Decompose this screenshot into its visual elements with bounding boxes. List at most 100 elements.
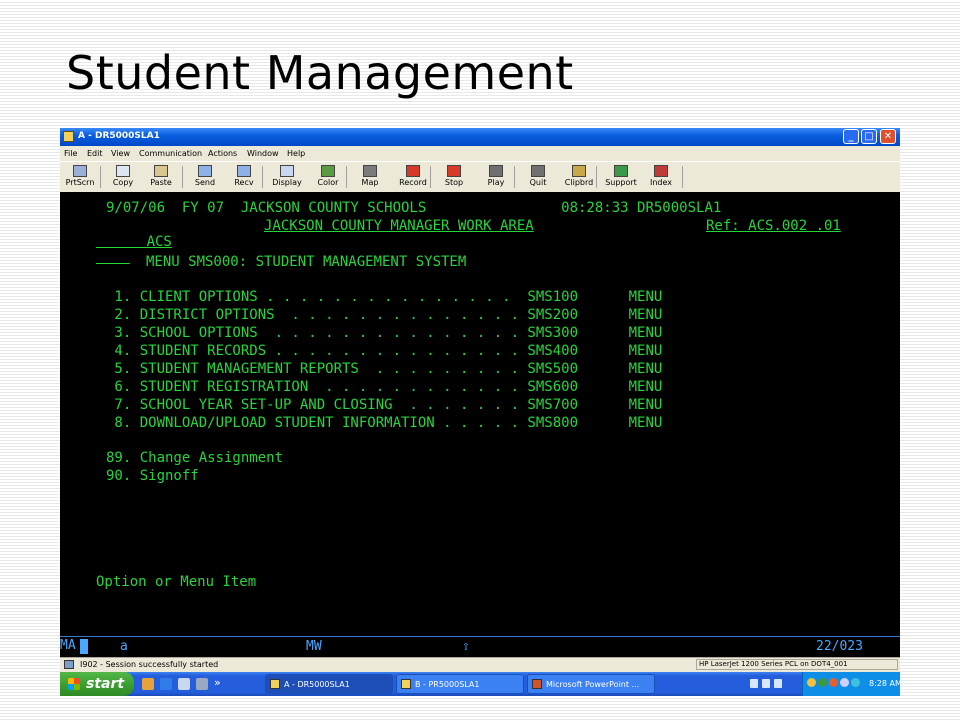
- toolbar-button-label: PrtScrn: [65, 178, 95, 187]
- toolbar-button-label: Record: [399, 178, 427, 187]
- prtscrn-button[interactable]: PrtScrn: [62, 164, 98, 190]
- task-powerpoint[interactable]: Microsoft PowerPoint ...: [527, 674, 655, 694]
- close-button[interactable]: ✕: [880, 129, 896, 144]
- system-tray: 8:28 AM: [802, 672, 900, 696]
- tray-icon[interactable]: [851, 678, 860, 687]
- status-bar: I902 - Session successfully started HP L…: [60, 657, 900, 672]
- printer-icon: [73, 165, 87, 177]
- minimize-button[interactable]: _: [843, 129, 859, 144]
- oia-ma-indicator: MA: [60, 638, 76, 653]
- menu-bar: File Edit View Communication Actions Win…: [60, 146, 900, 160]
- send-button[interactable]: Send: [188, 164, 222, 190]
- toolbar-button-label: Send: [194, 178, 216, 187]
- option-prompt-label: Option or Menu Item: [96, 574, 257, 590]
- quicklaunch-chevron-icon[interactable]: »: [214, 676, 221, 689]
- taskbar-tool-icon[interactable]: [762, 679, 770, 688]
- toolbar-button-label: Recv: [234, 178, 254, 187]
- menu-file[interactable]: File: [64, 149, 77, 158]
- emulator-window: A - DR5000SLA1 _ □ ✕ File Edit View Comm…: [60, 128, 900, 696]
- reference-code: Ref: ACS.002 .01: [706, 218, 841, 234]
- record-button[interactable]: Record: [394, 164, 432, 190]
- display-button[interactable]: Display: [268, 164, 306, 190]
- menu-option-90[interactable]: 90. Signoff: [106, 468, 199, 484]
- quicklaunch-app-icon[interactable]: [178, 678, 190, 690]
- menu-view[interactable]: View: [111, 149, 130, 158]
- taskbar: start » A - DR5000SLA1 B - PR5000SLA1 Mi…: [60, 672, 900, 696]
- session-b-icon: [401, 679, 411, 689]
- menu-option-89[interactable]: 89. Change Assignment: [106, 450, 283, 466]
- menu-option-5[interactable]: 5. STUDENT MANAGEMENT REPORTS . . . . . …: [106, 361, 662, 377]
- toolbar-button-label: Stop: [444, 178, 464, 187]
- toolbar-button-label: Map: [361, 178, 379, 187]
- menu-option-3[interactable]: 3. SCHOOL OPTIONS . . . . . . . . . . . …: [106, 325, 662, 341]
- menu-edit[interactable]: Edit: [87, 149, 103, 158]
- task-label: Microsoft PowerPoint ...: [546, 680, 640, 689]
- powerpoint-icon: [532, 679, 542, 689]
- clock[interactable]: 8:28 AM: [869, 679, 900, 688]
- color-icon: [321, 165, 335, 177]
- terminal-screen[interactable]: 9/07/06 FY 07 JACKSON COUNTY SCHOOLS 08:…: [60, 192, 900, 636]
- copy-button[interactable]: Copy: [106, 164, 140, 190]
- start-label: start: [86, 676, 125, 692]
- color-button[interactable]: Color: [310, 164, 346, 190]
- taskbar-tool-icon[interactable]: [750, 679, 758, 688]
- task-session-b[interactable]: B - PR5000SLA1: [396, 674, 524, 694]
- toolbar-separator: [100, 166, 101, 188]
- printer-status: HP LaserJet 1200 Series PCL on DOT4_001: [696, 659, 898, 670]
- menu-window[interactable]: Window: [247, 149, 279, 158]
- paste-button[interactable]: Paste: [144, 164, 178, 190]
- toolbar-button-label: Display: [272, 178, 302, 187]
- record-icon: [406, 165, 420, 177]
- toolbar-separator: [430, 166, 431, 188]
- taskbar-tool-icon[interactable]: [774, 679, 782, 688]
- tray-icon[interactable]: [840, 678, 849, 687]
- clipbrd-button[interactable]: Clipbrd: [560, 164, 598, 190]
- tray-icon[interactable]: [818, 678, 827, 687]
- quicklaunch-desktop-icon[interactable]: [196, 678, 208, 690]
- quicklaunch-explorer-icon[interactable]: [142, 678, 154, 690]
- oia-mw-indicator: MW: [306, 639, 322, 654]
- start-button[interactable]: start: [60, 672, 134, 696]
- support-button[interactable]: Support: [602, 164, 640, 190]
- session-a-icon: [270, 679, 280, 689]
- maximize-button[interactable]: □: [861, 129, 877, 144]
- taskbar-toolbar: [750, 679, 790, 689]
- menu-communication[interactable]: Communication: [139, 149, 202, 158]
- task-label: A - DR5000SLA1: [284, 680, 350, 689]
- play-button[interactable]: Play: [478, 164, 514, 190]
- system-code: ACS: [146, 234, 172, 250]
- title-bar[interactable]: A - DR5000SLA1 _ □ ✕: [60, 128, 900, 146]
- index-icon: [654, 165, 668, 177]
- menu-title: MENU SMS000: STUDENT MANAGEMENT SYSTEM: [146, 254, 467, 270]
- toolbar-separator: [596, 166, 597, 188]
- map-button[interactable]: Map: [352, 164, 388, 190]
- menu-option-2[interactable]: 2. DISTRICT OPTIONS . . . . . . . . . . …: [106, 307, 662, 323]
- toolbar-button-label: Quit: [529, 178, 547, 187]
- menu-actions[interactable]: Actions: [208, 149, 237, 158]
- work-area-title: JACKSON COUNTY MANAGER WORK AREA: [264, 218, 534, 234]
- toolbar-button-label: Copy: [112, 178, 134, 187]
- menu-option-4[interactable]: 4. STUDENT RECORDS . . . . . . . . . . .…: [106, 343, 662, 359]
- task-session-a[interactable]: A - DR5000SLA1: [265, 674, 393, 694]
- status-message: I902 - Session successfully started: [80, 660, 219, 669]
- menu-option-6[interactable]: 6. STUDENT REGISTRATION . . . . . . . . …: [106, 379, 662, 395]
- app-icon[interactable]: [63, 131, 74, 142]
- toolbar-button-label: Support: [605, 178, 637, 187]
- quicklaunch-browser-icon[interactable]: [160, 678, 172, 690]
- oia-input-indicator: a: [120, 639, 128, 654]
- toolbar-separator: [346, 166, 347, 188]
- tray-icon[interactable]: [807, 678, 816, 687]
- recv-button[interactable]: Recv: [226, 164, 262, 190]
- quit-button[interactable]: Quit: [520, 164, 556, 190]
- clipboard-icon: [572, 165, 586, 177]
- menu-option-1[interactable]: 1. CLIENT OPTIONS . . . . . . . . . . . …: [106, 289, 662, 305]
- receive-icon: [237, 165, 251, 177]
- menu-help[interactable]: Help: [287, 149, 305, 158]
- menu-option-8[interactable]: 8. DOWNLOAD/UPLOAD STUDENT INFORMATION .…: [106, 415, 662, 431]
- tray-icon[interactable]: [829, 678, 838, 687]
- windows-logo-icon: [68, 678, 80, 690]
- stop-button[interactable]: Stop: [436, 164, 472, 190]
- menu-option-7[interactable]: 7. SCHOOL YEAR SET-UP AND CLOSING . . . …: [106, 397, 662, 413]
- index-button[interactable]: Index: [644, 164, 678, 190]
- support-icon: [614, 165, 628, 177]
